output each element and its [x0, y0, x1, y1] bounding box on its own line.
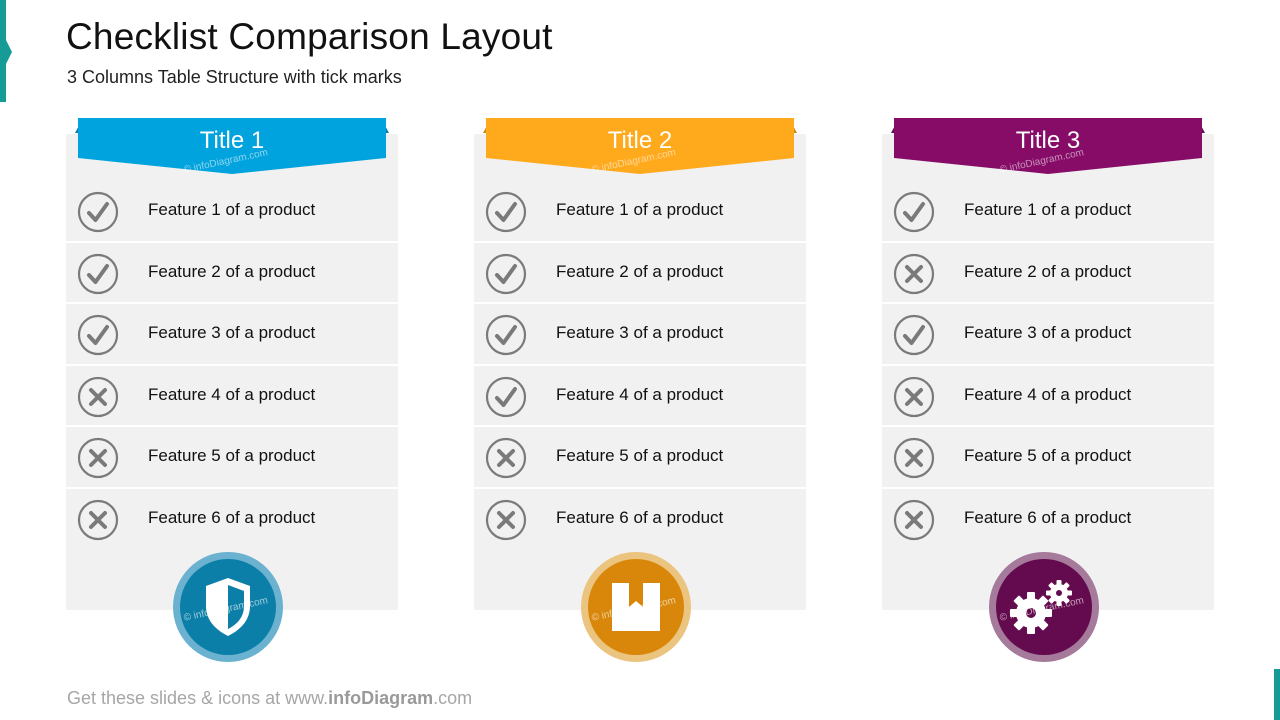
feature-label: Feature 3 of a product: [556, 323, 724, 342]
cross-circle-icon: [77, 499, 119, 541]
check-circle-icon: [893, 191, 935, 233]
feature-label: Feature 2 of a product: [556, 261, 724, 281]
feature-row: Feature 1 of a product: [474, 181, 806, 243]
footer-credit: Get these slides & icons at www.infoDiag…: [67, 688, 472, 709]
feature-row: Feature 1 of a product: [66, 181, 398, 243]
feature-row: Feature 5 of a product: [66, 427, 398, 489]
feature-label: Feature 6 of a product: [964, 507, 1132, 527]
feature-list: Feature 1 of a product Feature 2 of a pro…: [66, 181, 398, 550]
column-banner: Title 1 © infoDiagram.com: [75, 118, 389, 176]
feature-label: Feature 4 of a product: [964, 384, 1132, 404]
column-banner: Title 3 © infoDiagram.com: [891, 118, 1205, 176]
feature-label: Feature 2 of a product: [964, 261, 1132, 281]
column-title: Title 3: [1015, 127, 1081, 154]
footer-prefix: Get these slides & icons at www.: [67, 688, 329, 708]
check-circle-icon: [485, 191, 527, 233]
page-subtitle: 3 Columns Table Structure with tick mark…: [67, 67, 402, 87]
feature-label: Feature 4 of a product: [556, 384, 724, 404]
feature-label: Feature 2 of a product: [148, 261, 316, 281]
cross-circle-icon: [77, 437, 119, 479]
column-title: Title 1: [199, 127, 265, 154]
column-banner: Title 2 © infoDiagram.com: [483, 118, 797, 176]
feature-row: Feature 3 of a product: [474, 304, 806, 366]
cross-circle-icon: [893, 376, 935, 418]
check-circle-icon: [893, 314, 935, 356]
feature-row: Feature 6 of a product: [474, 489, 806, 551]
check-circle-icon: [485, 253, 527, 295]
feature-label: Feature 5 of a product: [148, 446, 316, 465]
feature-row: Feature 4 of a product: [882, 366, 1214, 427]
check-circle-icon: [485, 314, 527, 356]
feature-label: Feature 1 of a product: [148, 200, 316, 219]
check-circle-icon: [77, 314, 119, 356]
feature-row: Feature 6 of a product: [882, 489, 1214, 551]
feature-row: Feature 2 of a product: [66, 243, 398, 304]
cross-circle-icon: [893, 499, 935, 541]
page-title: Checklist Comparison Layout: [66, 16, 553, 57]
feature-label: Feature 6 of a product: [148, 507, 316, 527]
comparison-column-3: Title 3 © infoDiagram.com Feature 1 of a…: [882, 118, 1214, 666]
feature-row: Feature 2 of a product: [882, 243, 1214, 304]
cross-circle-icon: [77, 376, 119, 418]
column-title: Title 2: [607, 127, 673, 154]
check-circle-icon: [77, 253, 119, 295]
comparison-column-2: Title 2 © infoDiagram.com Feature 1 of a…: [474, 118, 806, 666]
feature-row: Feature 6 of a product: [66, 489, 398, 551]
feature-row: Feature 3 of a product: [882, 304, 1214, 366]
feature-list: Feature 1 of a product Feature 2 of a pro…: [882, 181, 1214, 550]
feature-row: Feature 3 of a product: [66, 304, 398, 366]
feature-list: Feature 1 of a product Feature 2 of a pro…: [474, 181, 806, 550]
feature-label: Feature 1 of a product: [556, 200, 724, 219]
left-accent-notch: [6, 40, 12, 64]
feature-row: Feature 4 of a product: [66, 366, 398, 427]
footer-suffix: .com: [433, 688, 473, 708]
check-circle-icon: [485, 376, 527, 418]
feature-row: Feature 4 of a product: [474, 366, 806, 427]
feature-label: Feature 6 of a product: [556, 507, 724, 527]
check-circle-icon: [77, 191, 119, 233]
footer-brand: infoDiagram: [328, 688, 434, 708]
column-icon-badge: © infoDiagram.com: [581, 552, 691, 662]
feature-row: Feature 5 of a product: [474, 427, 806, 489]
feature-label: Feature 3 of a product: [148, 323, 316, 342]
column-icon-badge: © infoDiagram.com: [173, 552, 283, 662]
cross-circle-icon: [485, 499, 527, 541]
feature-label: Feature 3 of a product: [964, 323, 1132, 342]
comparison-column-1: Title 1 © infoDiagram.com Feature 1 of a…: [66, 118, 398, 666]
feature-row: Feature 5 of a product: [882, 427, 1214, 489]
cross-circle-icon: [485, 437, 527, 479]
feature-row: Feature 2 of a product: [474, 243, 806, 304]
cross-circle-icon: [893, 253, 935, 295]
cross-circle-icon: [893, 437, 935, 479]
feature-label: Feature 5 of a product: [964, 446, 1132, 465]
feature-label: Feature 5 of a product: [556, 446, 724, 465]
column-icon-badge: © infoDiagram.com: [989, 552, 1099, 662]
feature-label: Feature 4 of a product: [148, 384, 316, 404]
feature-label: Feature 1 of a product: [964, 200, 1132, 219]
feature-row: Feature 1 of a product: [882, 181, 1214, 243]
right-accent-bar: [1274, 669, 1280, 720]
